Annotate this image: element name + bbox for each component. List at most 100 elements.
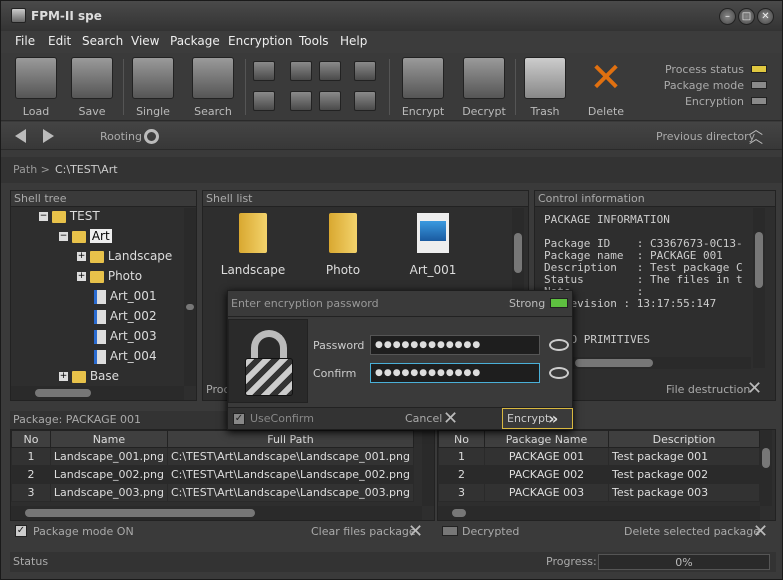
key-icon xyxy=(463,57,505,99)
info-vertical-scrollbar[interactable] xyxy=(753,208,765,368)
column-header[interactable]: Package Name xyxy=(484,430,609,448)
column-header[interactable]: No xyxy=(438,430,485,448)
forward-arrow-icon[interactable] xyxy=(43,129,54,143)
column-header[interactable]: No xyxy=(11,430,51,448)
cancel-x-icon[interactable]: ✕ xyxy=(443,410,458,428)
use-confirm-checkbox[interactable]: ✓ xyxy=(233,413,245,425)
scroll-thumb[interactable] xyxy=(452,509,466,517)
menu-edit[interactable]: Edit xyxy=(48,33,71,49)
trash-button[interactable]: Trash xyxy=(519,55,571,119)
package-files-vertical-scrollbar[interactable] xyxy=(422,430,434,506)
shell-list-title: Shell list xyxy=(203,191,528,207)
delete-package-x-icon[interactable]: ✕ xyxy=(753,523,768,541)
column-header[interactable]: Description xyxy=(608,430,760,448)
menu-help[interactable]: Help xyxy=(340,33,367,49)
show-password-eye-icon[interactable] xyxy=(549,339,569,351)
tree-vertical-scrollbar[interactable] xyxy=(184,208,196,386)
add-document-button[interactable] xyxy=(253,91,275,111)
file-destruction-label[interactable]: File destruction xyxy=(666,383,750,396)
search-button[interactable]: Search xyxy=(187,55,239,119)
file-destruction-x-icon[interactable]: ✕ xyxy=(747,380,762,398)
package-mode-checkbox[interactable]: ✓ xyxy=(15,525,27,537)
info-horizontal-scrollbar[interactable] xyxy=(573,357,751,369)
menu-file[interactable]: File xyxy=(15,33,35,49)
tree-item[interactable]: Art_003 xyxy=(94,329,157,349)
tree-horizontal-scrollbar[interactable] xyxy=(11,386,184,400)
tree-item-selected[interactable]: − Art xyxy=(59,229,112,249)
single-button[interactable]: Single xyxy=(127,55,179,119)
list-vertical-scrollbar[interactable] xyxy=(512,208,524,298)
menu-search[interactable]: Search xyxy=(82,33,123,49)
previous-directory-label[interactable]: Previous directory xyxy=(656,130,755,143)
back-arrow-icon[interactable] xyxy=(15,129,26,143)
show-confirm-eye-icon[interactable] xyxy=(549,367,569,379)
decrypt-button[interactable]: Decrypt xyxy=(458,55,510,119)
table-row[interactable]: 2 Landscape_002.png C:\TEST\Art\Landscape\… xyxy=(11,465,415,484)
list-item-label: Art_001 xyxy=(409,263,457,277)
table-row[interactable]: 1 Landscape_001.png C:\TEST\Art\Landscape\… xyxy=(11,447,415,466)
confirm-password-input[interactable]: ●●●●●●●●●●●● xyxy=(370,363,540,383)
new-document-button[interactable] xyxy=(253,61,275,81)
table-row[interactable]: 1 PACKAGE 001 Test package 001 xyxy=(438,447,760,466)
encrypt-confirm-button[interactable]: Encrypt » xyxy=(502,408,573,429)
tree-item[interactable]: + Landscape xyxy=(77,249,172,269)
path-value[interactable]: C:\TEST\Art xyxy=(55,163,118,176)
maximize-button[interactable]: □ xyxy=(738,8,755,25)
decrypted-indicator xyxy=(442,526,458,536)
minimize-button[interactable]: – xyxy=(719,8,736,25)
print-button[interactable] xyxy=(319,61,341,81)
save-button[interactable]: Save xyxy=(66,55,118,119)
expand-icon[interactable]: + xyxy=(77,272,86,281)
expand-icon[interactable]: + xyxy=(59,372,68,381)
tree-item[interactable]: Art_001 xyxy=(94,289,157,309)
scroll-thumb[interactable] xyxy=(25,509,255,517)
tree-item[interactable]: − TEST xyxy=(39,209,100,229)
collapse-icon[interactable]: − xyxy=(39,212,48,221)
tree-item-label: Photo xyxy=(107,269,143,283)
clear-files-x-icon[interactable]: ✕ xyxy=(408,523,423,541)
expand-icon[interactable]: + xyxy=(77,252,86,261)
scroll-thumb[interactable] xyxy=(186,304,194,310)
menu-tools[interactable]: Tools xyxy=(299,33,329,49)
packages-horizontal-scrollbar[interactable] xyxy=(438,506,760,520)
scroll-thumb[interactable] xyxy=(755,232,763,288)
column-header[interactable]: Full Path xyxy=(166,430,415,448)
menu-view[interactable]: View xyxy=(131,33,159,49)
table-row[interactable]: 2 PACKAGE 002 Test package 002 xyxy=(438,465,760,484)
column-header[interactable]: Name xyxy=(49,430,168,448)
packages-vertical-scrollbar[interactable] xyxy=(760,430,772,506)
tree-item[interactable]: + Photo xyxy=(77,269,142,289)
scroll-thumb[interactable] xyxy=(514,233,522,273)
collapse-icon[interactable]: − xyxy=(59,232,68,241)
scroll-thumb[interactable] xyxy=(35,389,91,397)
package-files-horizontal-scrollbar[interactable] xyxy=(11,506,422,520)
load-button[interactable]: Load xyxy=(10,55,62,119)
scroll-thumb[interactable] xyxy=(762,448,770,468)
load-label: Load xyxy=(22,105,50,118)
encrypt-button[interactable]: Encrypt xyxy=(397,55,449,119)
password-input[interactable]: ●●●●●●●●●●●● xyxy=(370,335,540,355)
refresh-icon[interactable] xyxy=(144,129,159,144)
menu-encryption[interactable]: Encryption xyxy=(228,33,292,49)
table-row[interactable]: 3 Landscape_003.png C:\TEST\Art\Landscape\… xyxy=(11,483,415,502)
list-item[interactable]: Photo xyxy=(307,213,379,277)
table-row[interactable]: 3 PACKAGE 003 Test package 003 xyxy=(438,483,760,502)
checklist-button[interactable] xyxy=(354,61,376,81)
toolbar-divider xyxy=(245,59,246,115)
list-item[interactable]: Art_001 xyxy=(397,213,469,277)
tree-item[interactable]: Art_004 xyxy=(94,349,157,369)
copy-button[interactable] xyxy=(290,61,312,81)
close-button[interactable]: ✕ xyxy=(757,8,774,25)
paste-button[interactable] xyxy=(290,91,312,111)
delete-button[interactable]: ✕ Delete xyxy=(580,55,632,119)
tree-view-button[interactable] xyxy=(319,91,341,111)
cancel-button[interactable]: Cancel xyxy=(405,412,442,425)
clear-files-button[interactable]: Clear files package xyxy=(311,525,416,538)
scroll-thumb[interactable] xyxy=(575,359,653,367)
delete-selected-package-button[interactable]: Delete selected package xyxy=(624,525,760,538)
list-item[interactable]: Landscape xyxy=(217,213,289,277)
tree-item[interactable]: Art_002 xyxy=(94,309,157,329)
up-chevrons-icon[interactable]: ︿ ︿ xyxy=(749,123,763,146)
menu-package[interactable]: Package xyxy=(170,33,220,49)
list-view-button[interactable] xyxy=(354,91,376,111)
